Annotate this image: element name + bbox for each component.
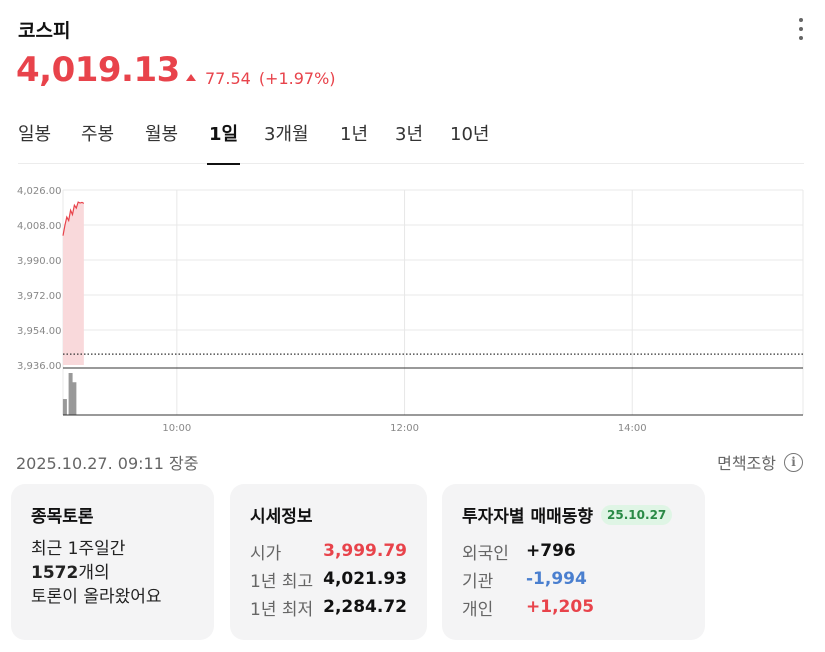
investor-value: -1,994: [526, 569, 587, 589]
discussion-card[interactable]: 종목토론 최근 1주일간 1572개의 토론이 올라왔어요: [11, 484, 214, 640]
tab-monthly[interactable]: 월봉: [145, 120, 178, 164]
stock-title: 코스피: [18, 20, 71, 42]
change-amount: 77.54: [205, 69, 251, 88]
info-row-high: 1년 최고 4,021.93: [250, 565, 407, 593]
info-value: 3,999.79: [323, 541, 407, 561]
x-tick-label: 12:00: [390, 423, 419, 434]
info-icon: i: [784, 452, 803, 472]
tab-1day[interactable]: 1일: [206, 120, 241, 165]
up-triangle-icon: [186, 74, 196, 81]
tab-daily[interactable]: 일봉: [18, 120, 51, 164]
tab-3years[interactable]: 3년: [395, 120, 423, 164]
price-area-fill: [63, 202, 84, 365]
price-area: [63, 202, 84, 365]
info-label: 1년 최저: [250, 599, 314, 620]
y-tick-label: 3,954.00: [17, 326, 62, 337]
volume-bar: [68, 373, 73, 415]
discussion-count-line: 1572개의: [31, 561, 194, 585]
y-tick-label: 3,990.00: [17, 256, 62, 267]
investor-label: 기관: [462, 571, 494, 592]
tab-1year[interactable]: 1년: [340, 120, 368, 164]
investor-value: +796: [526, 541, 576, 561]
more-options-icon[interactable]: [796, 18, 806, 40]
date-badge: 25.10.27: [601, 504, 673, 525]
y-tick-label: 3,972.00: [17, 291, 62, 302]
info-label: 시가: [250, 543, 282, 564]
discussion-count-suffix: 개의: [78, 563, 110, 583]
investor-label: 외국인: [462, 543, 509, 564]
period-tabs: 일봉 주봉 월봉 1일 3개월 1년 3년 10년: [18, 120, 804, 165]
disclaimer-label: 면책조항: [717, 454, 776, 473]
investor-row-individual: 개인 +1,205: [462, 593, 685, 621]
discussion-count: 1572: [31, 563, 79, 583]
investor-value: +1,205: [526, 597, 595, 617]
info-row-low: 1년 최저 2,284.72: [250, 593, 407, 621]
discussion-title: 종목토론: [31, 507, 94, 527]
volume-bar: [62, 399, 67, 415]
y-tick-label: 4,026.00: [17, 186, 62, 197]
x-axis-labels: 10:00 12:00 14:00: [162, 423, 646, 434]
intraday-chart[interactable]: 4,026.00 4,008.00 3,990.00 3,972.00 3,954.00…: [0, 170, 825, 440]
tab-3months[interactable]: 3개월: [264, 120, 309, 164]
price-change: 77.54 (+1.97%): [186, 69, 336, 88]
info-row-open: 시가 3,999.79: [250, 537, 407, 565]
info-label: 1년 최고: [250, 571, 314, 592]
market-info-card[interactable]: 시세정보 시가 3,999.79 1년 최고 4,021.93 1년 최저 2,…: [230, 484, 427, 640]
investor-row-institution: 기관 -1,994: [462, 565, 685, 593]
y-tick-label: 4,008.00: [17, 221, 62, 232]
discussion-line3: 토론이 올라왔어요: [31, 587, 162, 607]
change-percent: (+1.97%): [258, 69, 336, 88]
investor-trend-card[interactable]: 투자자별 매매동향 25.10.27 외국인 +796 기관 -1,994 개인…: [442, 484, 705, 640]
x-tick-label: 10:00: [162, 423, 191, 434]
y-gridlines: [63, 189, 803, 331]
investor-title: 투자자별 매매동향: [462, 507, 594, 527]
x-tick-label: 14:00: [618, 423, 647, 434]
tab-10years[interactable]: 10년: [450, 120, 489, 164]
info-value: 2,284.72: [323, 597, 407, 617]
info-value: 4,021.93: [323, 569, 407, 589]
current-price: 4,019.13: [16, 50, 180, 90]
disclaimer-link[interactable]: 면책조항 i: [717, 450, 803, 474]
volume-bars: [62, 373, 77, 415]
market-info-title: 시세정보: [250, 507, 313, 527]
x-gridlines: [62, 190, 804, 415]
investor-label: 개인: [462, 599, 494, 620]
y-axis-labels: 4,026.00 4,008.00 3,990.00 3,972.00 3,954.00…: [17, 186, 62, 372]
investor-title-row: 투자자별 매매동향 25.10.27: [462, 502, 685, 527]
y-tick-label: 3,936.00: [17, 361, 62, 372]
discussion-line1: 최근 1주일간: [31, 539, 126, 559]
volume-bar: [72, 382, 77, 415]
investor-row-foreign: 외국인 +796: [462, 537, 685, 565]
tab-weekly[interactable]: 주봉: [81, 120, 114, 164]
timestamp: 2025.10.27. 09:11 장중: [16, 454, 199, 473]
